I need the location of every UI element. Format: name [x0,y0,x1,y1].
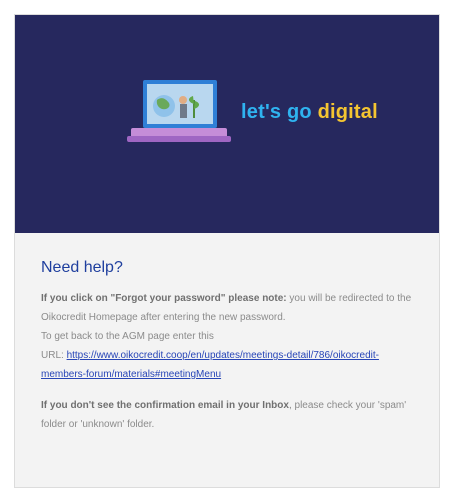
laptop-icon [127,78,231,150]
confirmation-email-note-bold: If you don't see the confirmation email … [41,400,289,411]
help-section: Need help? If you click on "Forgot your … [41,259,417,434]
forgot-password-note-bold: If you click on "Forgot your password" p… [41,293,287,304]
banner-slogan-strong: digital [317,101,378,123]
banner: let's go digital [15,15,439,233]
agm-url-link[interactable]: https://www.oikocredit.coop/en/updates/m… [41,350,379,380]
forgot-password-note: If you click on "Forgot your password" p… [41,289,417,327]
help-card: let's go digital Need help? If you click… [14,14,440,488]
help-title: Need help? [41,259,123,276]
agm-instructions-line1: To get back to the AGM page enter this [41,331,214,342]
confirmation-email-note: If you don't see the confirmation email … [41,396,417,434]
banner-slogan: let's go digital [241,101,378,124]
banner-slogan-light: let's go [241,101,318,123]
agm-instructions: To get back to the AGM page enter this U… [41,327,417,384]
agm-url-prefix: URL: [41,350,67,361]
